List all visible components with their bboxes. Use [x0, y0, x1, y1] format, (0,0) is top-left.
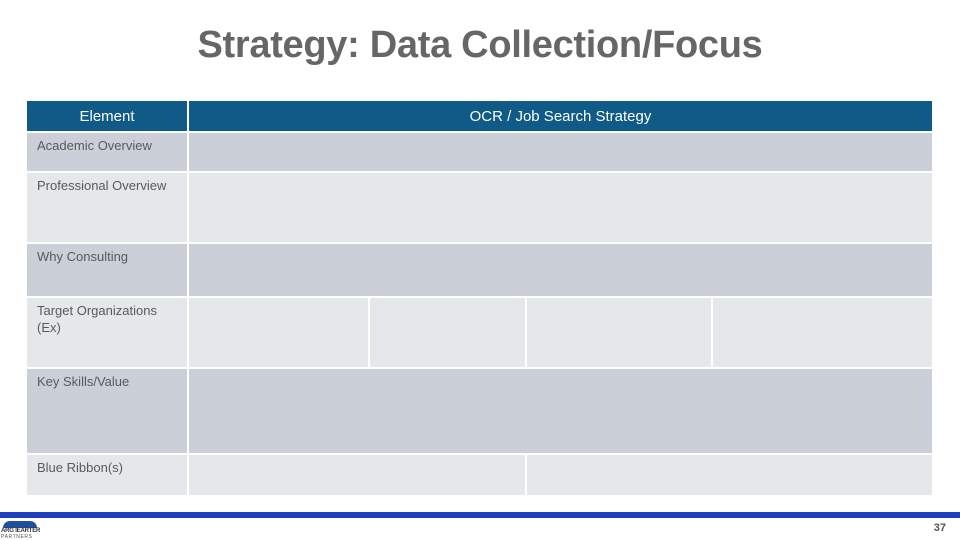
page-number: 37	[933, 522, 946, 534]
company-logo: ARG IEARTER PARTNERS	[1, 521, 40, 540]
logo-arch-icon	[3, 521, 37, 528]
row-label-academic-overview: Academic Overview	[27, 133, 187, 171]
cell-target-organizations-2[interactable]	[370, 298, 525, 367]
cell-target-organizations-4[interactable]	[713, 298, 932, 367]
row-label-key-skills: Key Skills/Value	[27, 369, 187, 453]
cell-target-organizations-1[interactable]	[189, 298, 368, 367]
cell-academic-overview[interactable]	[189, 133, 932, 171]
cell-professional-overview[interactable]	[189, 173, 932, 242]
cell-blue-ribbons-2[interactable]	[527, 455, 932, 495]
row-label-why-consulting: Why Consulting	[27, 244, 187, 296]
header-element: Element	[27, 101, 187, 131]
header-strategy: OCR / Job Search Strategy	[189, 101, 932, 131]
row-label-professional-overview: Professional Overview	[27, 173, 187, 242]
cell-why-consulting[interactable]	[189, 244, 932, 296]
cell-key-skills[interactable]	[189, 369, 932, 453]
row-label-blue-ribbons: Blue Ribbon(s)	[27, 455, 187, 495]
cell-blue-ribbons-1[interactable]	[189, 455, 525, 495]
footer-accent-bar	[0, 512, 960, 518]
slide-title: Strategy: Data Collection/Focus	[197, 24, 763, 66]
logo-text-line2: PARTNERS	[1, 534, 33, 540]
row-label-target-organizations: Target Organizations (Ex)	[27, 298, 187, 367]
cell-target-organizations-3[interactable]	[527, 298, 711, 367]
